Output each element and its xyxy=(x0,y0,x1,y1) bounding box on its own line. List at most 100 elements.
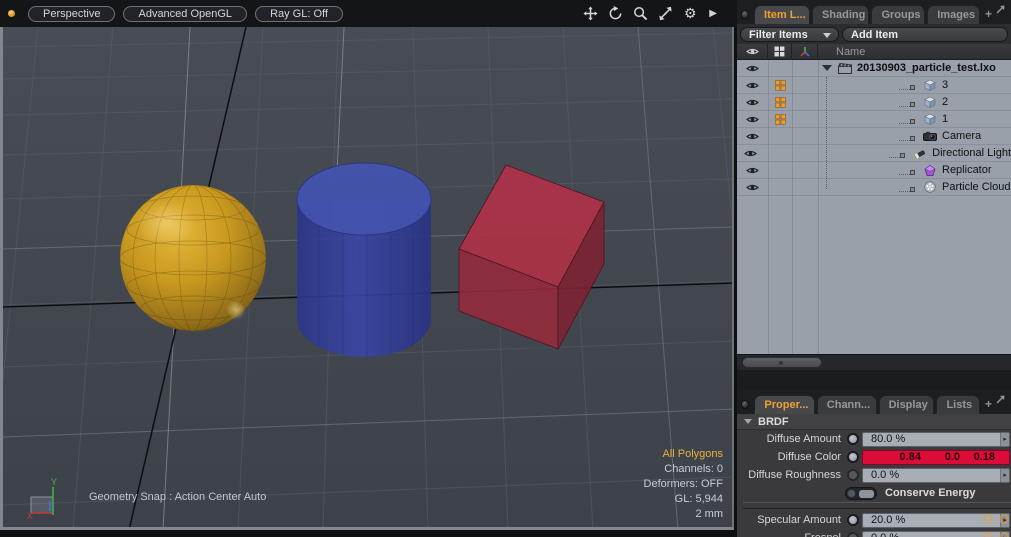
filter-items-dropdown[interactable]: Filter Items xyxy=(740,26,839,42)
eye-icon xyxy=(746,184,759,190)
name-column-header: Name xyxy=(836,45,866,58)
field-value: 0.0 % xyxy=(871,532,899,537)
item-label: Particle Cloud xyxy=(942,181,1011,193)
render-column-header[interactable] xyxy=(768,43,792,60)
item-list-header: Name xyxy=(737,43,1011,60)
visibility-toggle[interactable] xyxy=(737,111,768,128)
eye-icon xyxy=(746,116,759,122)
field-label: Specular Amount xyxy=(757,514,841,526)
channel-indicator-icon xyxy=(983,514,993,524)
viewport-canvas[interactable]: Y X Geometry Snap : Action Center Auto A… xyxy=(0,27,734,530)
list-item-camera[interactable]: Camera xyxy=(737,128,1011,145)
particle-cloud-icon xyxy=(922,180,937,194)
visibility-toggle[interactable] xyxy=(737,162,768,179)
channel-toggle[interactable] xyxy=(847,433,859,445)
list-item-mesh-2[interactable]: 2 xyxy=(737,94,1011,111)
tab-channels[interactable]: Chann... xyxy=(816,395,877,414)
item-label: Replicator xyxy=(942,164,992,176)
visibility-toggle[interactable] xyxy=(737,179,768,196)
color-r-value: 0.84 xyxy=(899,450,921,463)
tab-groups[interactable]: Groups xyxy=(871,5,926,24)
mini-slider-icon[interactable]: ▸ xyxy=(1000,432,1009,446)
axis-column-header[interactable] xyxy=(792,43,818,60)
eye-icon xyxy=(744,150,758,156)
add-item-button[interactable]: Add Item xyxy=(842,26,1008,42)
pan-icon[interactable] xyxy=(582,6,598,22)
cube-object[interactable] xyxy=(458,164,605,350)
fresnel-row: Fresnel 0.0 % ▸ xyxy=(737,529,1011,537)
sphere-object[interactable] xyxy=(120,185,266,331)
disclosure-triangle-icon[interactable] xyxy=(822,65,832,71)
field-value: 80.0 % xyxy=(871,432,906,445)
tab-shading[interactable]: Shading xyxy=(811,5,870,24)
maximize-icon[interactable] xyxy=(657,6,673,22)
panel-expand-icon[interactable] xyxy=(995,392,1009,410)
cylinder-object[interactable] xyxy=(296,162,432,357)
channel-toggle[interactable] xyxy=(847,514,859,526)
panel-expand-icon[interactable] xyxy=(995,2,1009,20)
visibility-toggle[interactable] xyxy=(737,77,768,94)
visibility-column-header[interactable] xyxy=(737,43,768,60)
render-toggle[interactable] xyxy=(768,94,792,111)
viewport-more-icon[interactable]: ▶ xyxy=(709,8,717,19)
ray-gl-button[interactable]: Ray GL: Off xyxy=(255,5,343,22)
diffuse-roughness-input[interactable]: 0.0 % ▸ xyxy=(862,467,1010,483)
render-toggle[interactable] xyxy=(768,111,792,128)
perspective-button[interactable]: Perspective xyxy=(28,5,116,22)
render-toggle[interactable] xyxy=(768,77,792,94)
3d-viewport[interactable]: Y X Geometry Snap : Action Center Auto A… xyxy=(0,0,737,537)
panel-menu-icon[interactable] xyxy=(741,400,750,409)
right-panel: Item L... Shading Groups Images + Filter… xyxy=(737,0,1011,537)
render-squares-icon xyxy=(774,113,786,125)
camera-icon xyxy=(922,129,937,143)
item-label: Directional Light xyxy=(932,147,1011,159)
conserve-energy-toggle[interactable] xyxy=(845,486,877,500)
list-item-directional-light[interactable]: Directional Light xyxy=(737,145,1011,162)
deformers-status: Deformers: OFF xyxy=(643,478,723,490)
scene-icon xyxy=(837,61,852,75)
gear-icon[interactable]: ⚙ xyxy=(682,5,698,22)
mini-slider-icon[interactable]: ▸ xyxy=(1000,468,1009,482)
viewport-menu-dot-icon[interactable] xyxy=(8,10,15,17)
tab-item-list[interactable]: Item L... xyxy=(754,5,810,24)
list-item-mesh-1[interactable]: 1 xyxy=(737,111,1011,128)
tab-images[interactable]: Images xyxy=(927,5,980,24)
list-item-mesh-3[interactable]: 3 xyxy=(737,77,1011,94)
visibility-toggle[interactable] xyxy=(737,60,768,77)
list-item-particle-cloud[interactable]: Particle Cloud xyxy=(737,179,1011,196)
advanced-opengl-button[interactable]: Advanced OpenGL xyxy=(123,5,248,22)
channel-toggle[interactable] xyxy=(847,451,859,463)
add-tab-button[interactable]: + xyxy=(985,397,992,411)
visibility-toggle[interactable] xyxy=(737,94,768,111)
item-list-hscrollbar[interactable] xyxy=(737,354,1011,370)
geometry-snap-status: Geometry Snap : Action Center Auto xyxy=(89,491,267,503)
visibility-toggle[interactable] xyxy=(737,128,768,145)
tab-lists[interactable]: Lists xyxy=(936,395,980,414)
diffuse-amount-input[interactable]: 80.0 % ▸ xyxy=(862,431,1010,447)
tab-display[interactable]: Display xyxy=(878,395,935,414)
add-tab-button[interactable]: + xyxy=(985,7,992,21)
color-b-value: 0.18 xyxy=(973,450,995,463)
eye-icon xyxy=(746,133,759,139)
panel-menu-icon[interactable] xyxy=(741,10,750,19)
item-label: 20130903_particle_test.lxo xyxy=(857,62,996,74)
list-item-replicator[interactable]: Replicator xyxy=(737,162,1011,179)
scrollbar-thumb[interactable] xyxy=(742,357,822,368)
tab-properties[interactable]: Proper... xyxy=(754,395,815,414)
list-item-scene[interactable]: 20130903_particle_test.lxo xyxy=(737,60,1011,77)
channel-indicator-icon xyxy=(983,532,993,537)
filter-items-label: Filter Items xyxy=(749,28,808,41)
item-list-tabbar: Item L... Shading Groups Images + xyxy=(737,0,1011,24)
channel-indicator-icon xyxy=(999,532,1009,537)
channel-toggle[interactable] xyxy=(847,532,859,537)
brdf-section-header[interactable]: BRDF xyxy=(737,414,1011,430)
field-label: Conserve Energy xyxy=(885,487,976,499)
channel-toggle[interactable] xyxy=(847,469,859,481)
axis-gizmo[interactable]: Y X xyxy=(27,477,67,521)
rotate-icon[interactable] xyxy=(607,6,623,22)
modo-application: Y X Geometry Snap : Action Center Auto A… xyxy=(0,0,1011,537)
visibility-toggle[interactable] xyxy=(737,145,764,162)
diffuse-color-input[interactable]: 0.84 0.0 0.18 xyxy=(862,449,1010,465)
scene-graphics xyxy=(3,27,732,527)
zoom-icon[interactable] xyxy=(632,6,648,22)
